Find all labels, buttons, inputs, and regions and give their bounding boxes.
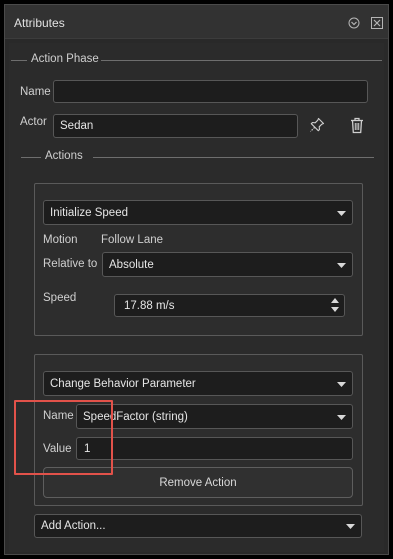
action-group-initialize-speed: Initialize Speed Motion Follow Lane Rela… — [34, 183, 363, 336]
action-type-select[interactable]: Initialize Speed — [43, 200, 353, 225]
motion-value: Follow Lane — [101, 234, 164, 246]
actor-field[interactable]: Sedan — [53, 114, 298, 138]
spin-arrows-icon[interactable] — [331, 298, 339, 314]
chevron-down-icon — [346, 524, 355, 529]
motion-label: Motion — [43, 234, 78, 246]
param-name-label: Name — [43, 410, 74, 422]
panel-content: Action Phase Name Actor Sedan Actions In… — [9, 43, 384, 552]
relative-to-value: Absolute — [109, 258, 154, 271]
param-name-select[interactable]: SpeedFactor (string) — [76, 404, 353, 429]
remove-action-label: Remove Action — [159, 476, 237, 489]
action-phase-title: Action Phase — [31, 53, 99, 65]
speed-label: Speed — [43, 292, 77, 304]
param-value-input[interactable] — [76, 437, 353, 460]
add-action-label: Add Action... — [41, 520, 106, 532]
param-value-label: Value — [43, 443, 72, 455]
phase-name-input[interactable] — [53, 80, 368, 103]
speed-value: 17.88 m/s — [124, 299, 175, 312]
panel-titlebar: Attributes — [5, 5, 388, 39]
action-group-change-behavior: Change Behavior Parameter Name SpeedFact… — [34, 354, 363, 506]
panel-title: Attributes — [14, 16, 65, 30]
actions-legend: Actions — [9, 150, 384, 164]
pin-icon[interactable] — [309, 117, 325, 133]
action-phase-legend: Action Phase — [9, 53, 384, 67]
attributes-panel: Attributes Action Phase Name Actor Sedan — [4, 4, 389, 555]
speed-spinbox[interactable]: 17.88 m/s — [114, 294, 345, 317]
add-action-select[interactable]: Add Action... — [34, 514, 362, 538]
chevron-down-icon — [337, 414, 346, 420]
relative-to-label: Relative to — [43, 258, 98, 270]
param-name-value: SpeedFactor (string) — [83, 410, 188, 423]
relative-to-select[interactable]: Absolute — [102, 252, 353, 277]
action-type-value-2: Change Behavior Parameter — [50, 377, 196, 390]
minimize-icon[interactable] — [348, 17, 360, 29]
actor-label: Actor — [20, 116, 47, 128]
chevron-down-icon — [337, 210, 346, 216]
action-type-select-2[interactable]: Change Behavior Parameter — [43, 371, 353, 396]
action-type-value: Initialize Speed — [50, 206, 128, 219]
remove-action-button[interactable]: Remove Action — [43, 467, 353, 498]
chevron-down-icon — [337, 262, 346, 268]
name-label: Name — [20, 86, 51, 98]
trash-icon[interactable] — [350, 117, 364, 134]
chevron-down-icon — [337, 381, 346, 387]
actor-value: Sedan — [60, 120, 94, 132]
close-icon[interactable] — [371, 17, 383, 29]
actions-title: Actions — [45, 150, 83, 162]
